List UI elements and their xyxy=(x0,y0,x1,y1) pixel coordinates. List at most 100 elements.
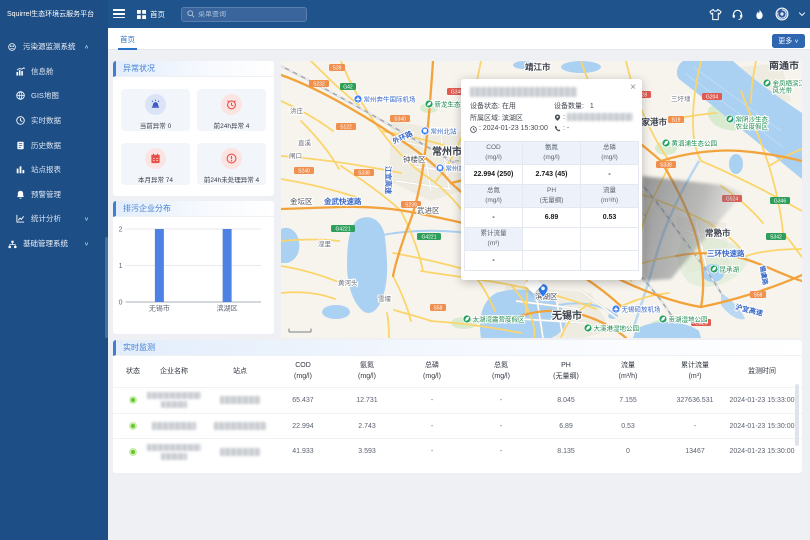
popup-close-icon[interactable]: × xyxy=(630,83,636,93)
svg-text:S340: S340 xyxy=(394,116,406,122)
sidebar-scrollbar[interactable] xyxy=(105,237,108,338)
cell-value: 2024-01-23 15:30:00 xyxy=(727,423,797,430)
map-poi-常州北站[interactable]: 常州北站 xyxy=(421,127,457,136)
abnormal-status-panel: 异常状况 当前异常 0 前24h异常 4 本月异常 74 前24h未处理异常 4 xyxy=(113,61,274,196)
svg-text:S338: S338 xyxy=(358,170,370,176)
map-label-直溪: 直溪 xyxy=(298,138,312,147)
table-row[interactable]: 41.9333.593--8.1350134672024-01-23 15:30… xyxy=(113,438,802,464)
sidebar-item-预警管理[interactable]: 预警管理 xyxy=(0,182,108,207)
metric-value-累计流量: - xyxy=(465,251,523,271)
road-badge-S39: S39 xyxy=(329,64,345,71)
map-label-江宜高速: 江宜高速 xyxy=(384,166,393,194)
stat-card[interactable]: 本月异常 74 xyxy=(121,143,190,185)
sidebar-label: 信息舱 xyxy=(31,66,54,77)
road-badge-S338: S338 xyxy=(354,169,374,176)
app-root: Squirrel生态环境云服务平台 污染源监测系统∧信息舱GIS地图实时数据历史… xyxy=(0,0,810,540)
abnormal-panel-title: 异常状况 xyxy=(113,61,274,77)
road-badge-S340: S340 xyxy=(390,115,410,122)
cell-value: 2024-01-23 15:30:00 xyxy=(727,448,797,455)
y-tick-1: 1 xyxy=(119,263,123,270)
sidebar: Squirrel生态环境云服务平台 污染源监测系统∧信息舱GIS地图实时数据历史… xyxy=(0,0,108,540)
realtime-monitor-panel: 实时监测 状态企业名称站点COD(mg/l)氨氮(mg/l)总磷(mg/l)总氮… xyxy=(113,340,802,473)
cell-value: 3.593 xyxy=(339,448,395,455)
avatar[interactable] xyxy=(775,7,789,21)
map-label-南通市: 南通市 xyxy=(769,61,799,72)
sidebar-label: 实时数据 xyxy=(31,115,61,126)
stat-card-label: 前24h异常 4 xyxy=(197,120,266,130)
table-row[interactable]: 22.9942.743--6.890.53-2024-01-23 15:30:0… xyxy=(113,413,802,439)
region-value: 滨湖区 xyxy=(502,113,523,123)
cell-value: - xyxy=(470,397,532,404)
cell-value: - xyxy=(470,448,532,455)
stats-analysis-icon xyxy=(16,214,25,223)
sidebar-item-实时数据[interactable]: 实时数据 xyxy=(0,108,108,133)
map-poi-昆承湖[interactable]: 昆承湖 xyxy=(710,265,740,274)
map-poi-常州奔牛国际机场[interactable]: 常州奔牛国际机场 xyxy=(354,95,416,104)
bar-无锡市[interactable] xyxy=(155,229,164,302)
company-name-redacted xyxy=(143,444,205,460)
warning-manage-icon xyxy=(16,190,25,199)
hamburger-menu-icon[interactable] xyxy=(113,9,125,19)
svg-text:农业度假区: 农业度假区 xyxy=(736,122,769,131)
map-canvas[interactable]: S39S232G42S122S340G346S240S338S239G4221G… xyxy=(281,61,802,338)
road-badge-G204: G204 xyxy=(702,93,722,100)
theme-skin-icon[interactable] xyxy=(709,8,722,21)
sidebar-label: 污染源监测系统 xyxy=(23,41,76,52)
sidebar-label: 基础管理系统 xyxy=(23,238,68,249)
bar-滨湖区[interactable] xyxy=(223,229,232,302)
customer-service-icon[interactable] xyxy=(731,8,744,21)
road-badge-S240: S240 xyxy=(294,167,314,174)
history-data-icon xyxy=(16,141,25,150)
sidebar-group-基础管理系统[interactable]: 基础管理系统 ∨ xyxy=(0,231,108,256)
menu-search[interactable] xyxy=(181,7,307,22)
sidebar-item-GIS地图[interactable]: GIS地图 xyxy=(0,84,108,109)
chevron-down-icon: ∨ xyxy=(84,240,89,246)
device-count-value: 1 xyxy=(590,103,594,110)
address-redacted xyxy=(567,113,633,121)
tab-home[interactable]: 首页 xyxy=(118,28,137,50)
more-button[interactable]: 更多∨ xyxy=(772,34,805,48)
user-dropdown-chevron-icon[interactable] xyxy=(798,10,806,18)
sidebar-group-污染源监测系统[interactable]: 污染源监测系统∧ xyxy=(0,34,108,59)
metric-header-总磷: 总磷(mg/l) xyxy=(581,142,639,165)
sidebar-item-历史数据[interactable]: 历史数据 xyxy=(0,133,108,158)
svg-text:S342: S342 xyxy=(770,234,782,240)
flame-icon[interactable] xyxy=(753,8,766,21)
sidebar-item-统计分析[interactable]: 统计分析∨ xyxy=(0,207,108,232)
table-row[interactable]: 65.43712.731--8.0457.155327636.5312024-0… xyxy=(113,387,802,413)
station-name-redacted xyxy=(208,448,272,456)
map-label-三环快速路: 三环快速路 xyxy=(707,248,745,258)
clock-alert-icon xyxy=(221,94,242,115)
svg-text:S240: S240 xyxy=(298,168,310,174)
stat-card[interactable]: 前24h异常 4 xyxy=(197,89,266,131)
site-report-icon xyxy=(16,165,25,174)
sidebar-item-站点报表[interactable]: 站点报表 xyxy=(0,157,108,182)
svg-text:S39: S39 xyxy=(333,65,342,71)
sidebar-label: GIS地图 xyxy=(31,90,59,101)
metric-value-总磷: - xyxy=(581,165,639,185)
tab-bar: 首页 更多∨ xyxy=(108,28,810,50)
location-pin-icon xyxy=(554,114,561,121)
stat-card-label: 本月异常 74 xyxy=(121,174,190,184)
metric-header-累计流量: 累计流量(m³) xyxy=(465,228,523,251)
table-scrollbar[interactable] xyxy=(795,384,799,446)
sidebar-label: 历史数据 xyxy=(31,140,61,151)
metric-value-氨氮: 2.743 (45) xyxy=(523,165,581,185)
stat-card-label: 当前异常 0 xyxy=(121,120,190,130)
svg-text:昆承湖: 昆承湖 xyxy=(720,265,740,274)
station-name-redacted xyxy=(208,422,272,430)
sidebar-item-信息舱[interactable]: 信息舱 xyxy=(0,59,108,84)
road-badge-G346: G346 xyxy=(770,197,790,204)
cell-value: 8.135 xyxy=(535,448,597,455)
y-tick-2: 2 xyxy=(119,227,123,234)
search-input[interactable] xyxy=(198,11,298,18)
map-poi-太湖湾露营度假区[interactable]: 太湖湾露营度假区 xyxy=(463,315,525,324)
breadcrumb-home[interactable]: 首页 xyxy=(137,0,165,28)
stat-card[interactable]: 前24h未处理异常 4 xyxy=(197,143,266,185)
col-header-氨氮: 氨氮(mg/l) xyxy=(339,361,395,383)
metric-value-empty xyxy=(581,251,639,271)
svg-text:G4221: G4221 xyxy=(421,234,436,240)
cell-value: 2024-01-23 15:33:00 xyxy=(727,397,797,404)
abnormal-cards: 当前异常 0 前24h异常 4 本月异常 74 前24h未处理异常 4 xyxy=(121,89,266,185)
stat-card[interactable]: 当前异常 0 xyxy=(121,89,190,131)
